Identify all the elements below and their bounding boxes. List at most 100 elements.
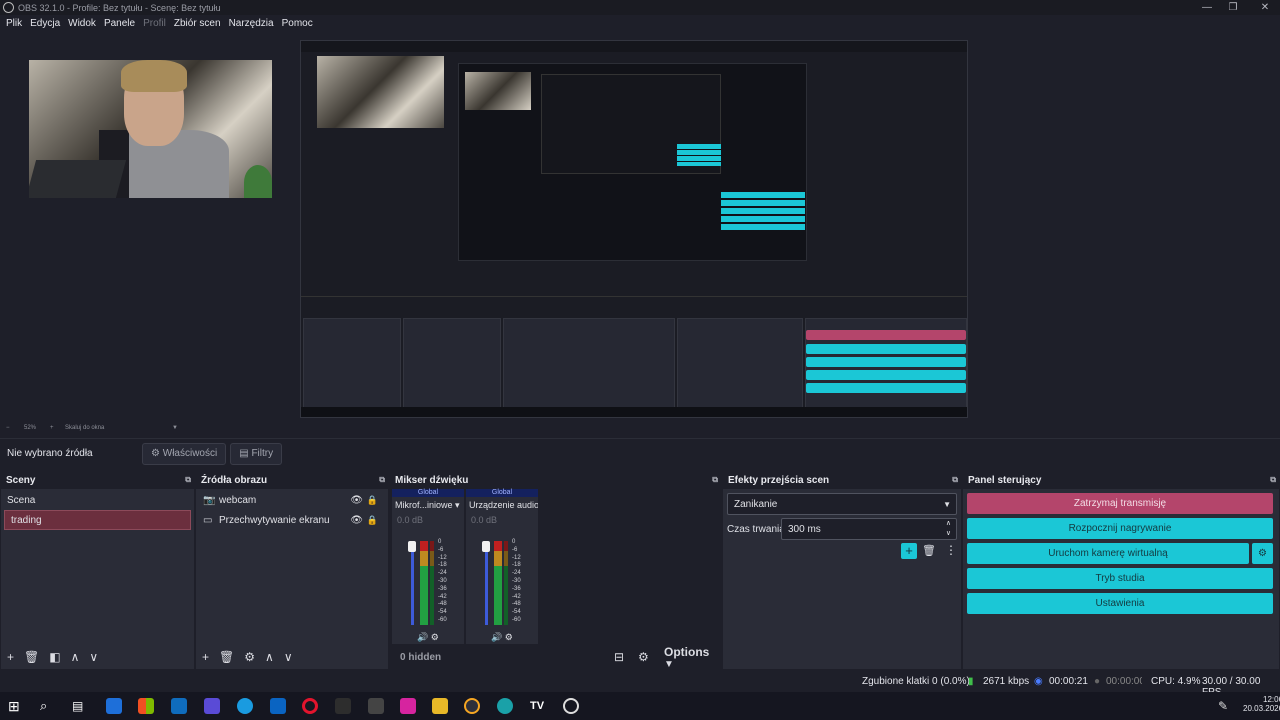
- obs-icon[interactable]: [563, 698, 579, 714]
- outlook-icon[interactable]: [270, 698, 286, 714]
- add-source-icon[interactable]: +: [202, 650, 209, 664]
- remove-source-icon[interactable]: 🗑: [219, 650, 234, 664]
- mixer-dock: Mikser dźwięku ⧉ Global Mikrof...iniowe ▾…: [389, 470, 722, 670]
- webcam-preview[interactable]: [29, 60, 272, 198]
- edge-icon[interactable]: [497, 698, 513, 714]
- epic-games-icon[interactable]: [335, 698, 351, 714]
- scenes-dock: Sceny ⧉ Scena trading + 🗑 ◧ ∧ ∨: [0, 470, 195, 670]
- zoom-out-button[interactable]: −: [6, 425, 10, 431]
- menu-widok[interactable]: Widok: [68, 18, 96, 29]
- volume-fader-handle[interactable]: [408, 541, 416, 552]
- add-transition-button[interactable]: +: [901, 543, 917, 559]
- remove-scene-icon[interactable]: 🗑: [24, 650, 39, 664]
- volume-fader[interactable]: [411, 541, 414, 625]
- scenes-title: Sceny: [6, 474, 36, 486]
- lock-icon[interactable]: 🔒: [367, 515, 378, 526]
- volume-fader[interactable]: [485, 541, 488, 625]
- hidden-count[interactable]: 0 hidden: [400, 652, 441, 663]
- mixer-channel: Global Mikrof...iniowe ▾ 0.0 dB 0 -6 -12 -1…: [392, 489, 464, 644]
- move-down-icon[interactable]: ∨: [89, 650, 98, 664]
- channel-settings-icon[interactable]: ⚙: [505, 632, 513, 642]
- preview-canvas[interactable]: [0, 32, 1280, 420]
- task-view-icon[interactable]: ▤: [72, 698, 88, 714]
- menu-plik[interactable]: Plik: [6, 18, 22, 29]
- speaker-icon[interactable]: 🔊: [491, 632, 502, 642]
- scene-item[interactable]: Scena: [1, 490, 194, 510]
- settings-button[interactable]: Ustawienia: [967, 593, 1273, 614]
- move-up-icon[interactable]: ∧: [71, 650, 80, 664]
- mixer-settings-icon[interactable]: ⚙: [638, 650, 649, 664]
- menu-pomoc[interactable]: Pomoc: [282, 18, 313, 29]
- menu-profil[interactable]: Profil: [143, 18, 166, 29]
- zoom-dropdown-icon[interactable]: ▼: [172, 425, 178, 431]
- zoom-in-button[interactable]: +: [50, 425, 54, 431]
- app-icon[interactable]: [237, 698, 253, 714]
- filters-button[interactable]: ▤ Filtry: [230, 442, 283, 465]
- opera-icon[interactable]: [302, 698, 318, 714]
- menu-edycja[interactable]: Edycja: [30, 18, 60, 29]
- stepper-icon[interactable]: ∧ ∨: [946, 519, 951, 539]
- source-item[interactable]: 📷 webcam 👁 🔒: [196, 490, 388, 510]
- app-icon[interactable]: [368, 698, 384, 714]
- app-icon[interactable]: [204, 698, 220, 714]
- instagram-icon[interactable]: [400, 698, 416, 714]
- source-settings-icon[interactable]: ⚙: [244, 650, 255, 664]
- menu-panele[interactable]: Panele: [104, 18, 135, 29]
- dropped-frames: Zgubione klatki 0 (0.0%): [862, 676, 970, 687]
- source-toolbar: Nie wybrano źródła ⚙ Właściwości ▤ Filtr…: [0, 438, 1280, 468]
- screen-capture-preview[interactable]: [300, 40, 968, 418]
- monitor-icon: ▭: [203, 514, 213, 526]
- clock[interactable]: 12:06 20.03.2026: [1243, 695, 1280, 713]
- source-name: Przechwytywanie ekranu: [219, 514, 330, 526]
- stop-stream-button[interactable]: Zatrzymaj transmisję: [967, 493, 1273, 514]
- virtual-camera-button[interactable]: Uruchom kamerę wirtualną: [967, 543, 1249, 564]
- folder-icon[interactable]: [432, 698, 448, 714]
- lock-icon[interactable]: 🔒: [367, 495, 378, 506]
- pen-icon[interactable]: ✎: [1218, 699, 1228, 713]
- store-icon[interactable]: [106, 698, 122, 714]
- studio-mode-button[interactable]: Tryb studia: [967, 568, 1273, 589]
- channel-name[interactable]: Urządzenie audio ▾: [466, 500, 538, 511]
- channel-settings-icon[interactable]: ⚙: [431, 632, 439, 642]
- speaker-icon[interactable]: 🔊: [417, 632, 428, 642]
- properties-button[interactable]: ⚙ Właściwości: [142, 442, 227, 465]
- zoom-value: 52%: [24, 425, 37, 431]
- menu-narzedzia[interactable]: Narzędzia: [229, 18, 274, 29]
- source-item[interactable]: ▭ Przechwytywanie ekranu 👁 🔒: [196, 510, 388, 530]
- visibility-eye-icon[interactable]: 👁: [350, 515, 363, 526]
- move-down-icon[interactable]: ∨: [284, 650, 293, 664]
- move-up-icon[interactable]: ∧: [265, 650, 274, 664]
- office-icon[interactable]: [138, 698, 154, 714]
- windows-start-icon[interactable]: ⊞: [8, 698, 24, 714]
- scene-filters-icon[interactable]: ◧: [49, 650, 60, 664]
- menu-zbior-scen[interactable]: Zbiór scen: [174, 18, 221, 29]
- mail-icon[interactable]: [171, 698, 187, 714]
- tradingview-icon[interactable]: TV: [530, 698, 546, 714]
- undock-icon[interactable]: ⧉: [712, 475, 718, 485]
- scene-item-selected[interactable]: trading: [4, 510, 191, 530]
- zoom-mode[interactable]: Skaluj do okna: [65, 425, 104, 431]
- more-icon[interactable]: ⋮: [945, 543, 957, 557]
- undock-icon[interactable]: ⧉: [1270, 475, 1276, 485]
- undock-icon[interactable]: ⧉: [185, 475, 191, 485]
- title-bar: OBS 32.1.0 - Profile: Bez tytułu - Scenę…: [0, 0, 1280, 15]
- maximize-button[interactable]: ❐: [1218, 0, 1248, 15]
- options-button[interactable]: Options ▼: [664, 645, 719, 670]
- undock-icon[interactable]: ⧉: [952, 475, 958, 485]
- chrome-icon[interactable]: [464, 698, 480, 714]
- virtual-camera-settings-button[interactable]: ⚙: [1252, 543, 1273, 564]
- search-icon[interactable]: ⌕: [40, 698, 56, 714]
- transition-select[interactable]: Zanikanie ▼: [727, 493, 957, 515]
- channel-name[interactable]: Mikrof...iniowe ▾: [392, 500, 464, 511]
- remove-transition-icon[interactable]: 🗑: [922, 544, 936, 557]
- signal-icon: ▮: [968, 676, 974, 687]
- undock-icon[interactable]: ⧉: [379, 475, 385, 485]
- close-button[interactable]: ✕: [1250, 0, 1280, 15]
- volume-fader-handle[interactable]: [482, 541, 490, 552]
- start-record-button[interactable]: Rozpocznij nagrywanie: [967, 518, 1273, 539]
- layout-icon[interactable]: ⊟: [614, 650, 624, 664]
- visibility-eye-icon[interactable]: 👁: [350, 495, 363, 506]
- mixer-title: Mikser dźwięku: [395, 474, 469, 486]
- add-scene-icon[interactable]: +: [7, 650, 14, 664]
- duration-input[interactable]: 300 ms ∧ ∨: [781, 518, 957, 540]
